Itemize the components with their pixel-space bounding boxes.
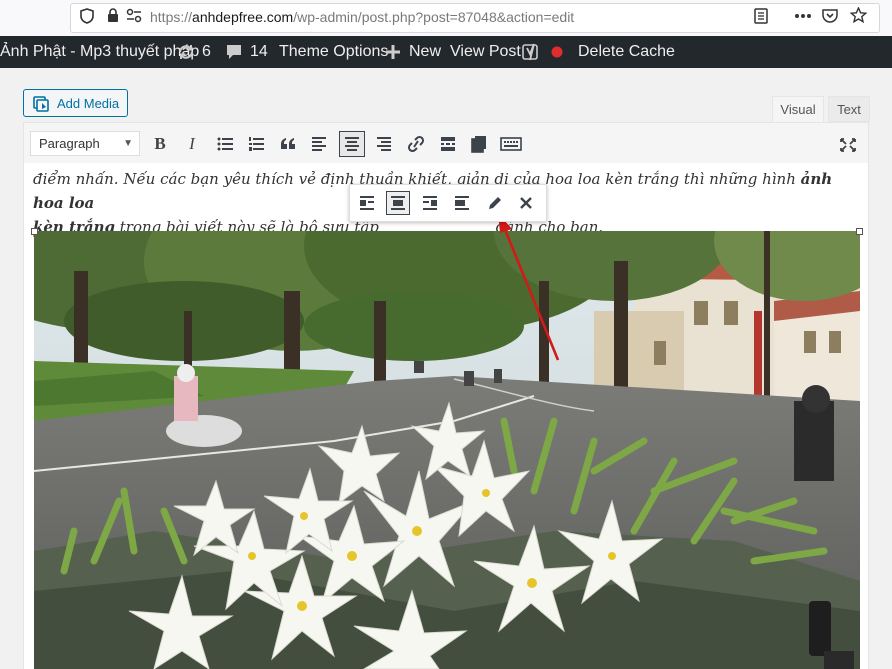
align-right-icon[interactable] bbox=[418, 191, 442, 215]
fullscreen-icon[interactable] bbox=[835, 131, 861, 157]
lily-photo[interactable] bbox=[34, 231, 860, 669]
tab-text[interactable]: Text bbox=[828, 96, 870, 122]
align-none-icon[interactable] bbox=[450, 191, 474, 215]
format-select-value: Paragraph bbox=[39, 136, 100, 151]
plus-icon[interactable] bbox=[385, 36, 401, 68]
comments-icon[interactable] bbox=[225, 36, 243, 68]
more-icon[interactable] bbox=[794, 9, 812, 26]
align-center-icon[interactable] bbox=[386, 191, 410, 215]
url-host: anhdepfree.com bbox=[192, 9, 294, 25]
add-media-button[interactable]: Add Media bbox=[23, 89, 128, 117]
keyboard-shortcuts-icon[interactable] bbox=[498, 131, 524, 157]
resize-handle-top-right[interactable] bbox=[856, 228, 863, 235]
align-right-icon[interactable] bbox=[371, 131, 397, 157]
yoast-icon[interactable] bbox=[522, 36, 540, 68]
link-icon[interactable] bbox=[403, 131, 429, 157]
new-link[interactable]: New bbox=[409, 36, 441, 68]
delete-cache-link[interactable]: Delete Cache bbox=[578, 36, 675, 68]
remove-icon[interactable] bbox=[514, 191, 538, 215]
read-more-icon[interactable] bbox=[435, 131, 461, 157]
align-left-icon[interactable] bbox=[355, 191, 379, 215]
italic-icon[interactable]: I bbox=[179, 131, 205, 157]
add-media-label: Add Media bbox=[57, 96, 120, 111]
align-center-icon[interactable] bbox=[339, 131, 365, 157]
chevron-down-icon: ▼ bbox=[123, 138, 133, 149]
edit-pencil-icon[interactable] bbox=[482, 191, 506, 215]
align-left-icon[interactable] bbox=[306, 131, 332, 157]
url-prefix: https:// bbox=[150, 9, 193, 25]
format-select[interactable]: Paragraph ▼ bbox=[30, 131, 140, 156]
view-post-link[interactable]: View Post bbox=[450, 36, 521, 68]
tab-visual[interactable]: Visual bbox=[772, 96, 824, 122]
bold-icon[interactable]: B bbox=[147, 131, 173, 157]
pocket-icon[interactable] bbox=[822, 8, 838, 26]
updates-icon[interactable] bbox=[176, 36, 196, 68]
bulleted-list-icon[interactable] bbox=[212, 131, 238, 157]
numbered-list-icon[interactable] bbox=[243, 131, 269, 157]
updates-count[interactable]: 6 bbox=[202, 36, 211, 68]
site-name-link[interactable]: Ảnh Phật - Mp3 thuyết pháp bbox=[0, 36, 199, 68]
toolbar-toggle-icon[interactable] bbox=[466, 131, 492, 157]
url-text[interactable]: https://anhdepfree.com/wp-admin/post.php… bbox=[150, 9, 574, 25]
permissions-icon[interactable] bbox=[126, 8, 142, 26]
reader-view-icon[interactable] bbox=[754, 8, 768, 27]
annotation-arrow bbox=[498, 213, 560, 361]
url-path: /wp-admin/post.php?post=87048&action=edi… bbox=[293, 9, 575, 25]
comments-count[interactable]: 14 bbox=[250, 36, 268, 68]
shield-icon[interactable] bbox=[80, 8, 94, 27]
status-dot-icon bbox=[550, 36, 564, 68]
theme-options-link[interactable]: Theme Options bbox=[279, 36, 388, 68]
lock-icon[interactable] bbox=[107, 8, 119, 26]
bookmark-star-icon[interactable] bbox=[849, 6, 868, 26]
resize-handle-top-left[interactable] bbox=[31, 228, 38, 235]
blockquote-icon[interactable] bbox=[275, 131, 301, 157]
